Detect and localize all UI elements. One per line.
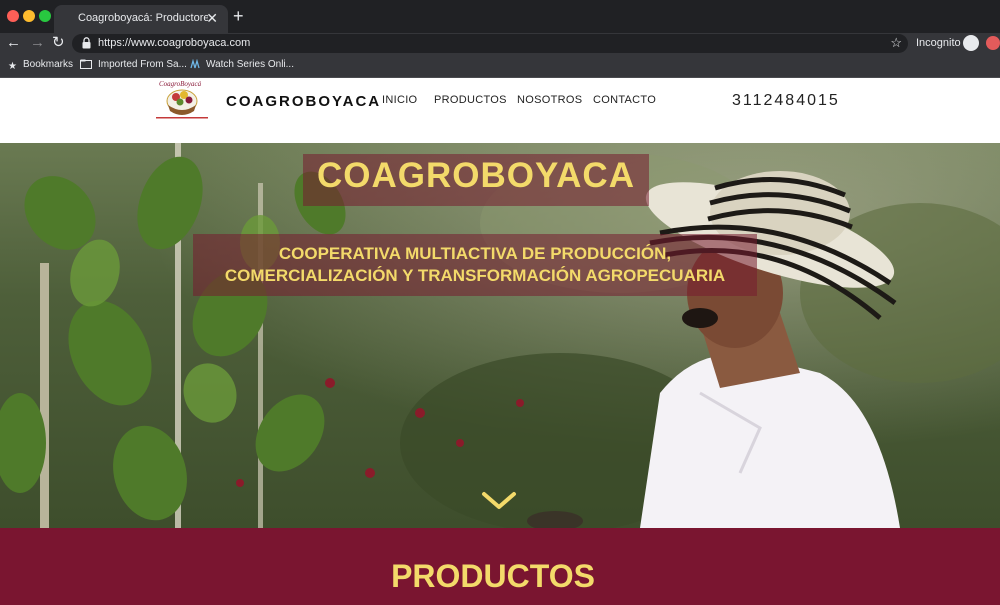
tab-title: Coagroboyacá: Productores de xyxy=(78,12,208,24)
extension-icon[interactable] xyxy=(986,36,1000,50)
browser-tab[interactable]: Coagroboyacá: Productores de ✕ xyxy=(54,5,228,33)
incognito-icon[interactable] xyxy=(963,35,979,51)
browser-titlebar: Coagroboyacá: Productores de ✕ + xyxy=(0,0,1000,33)
folder-icon xyxy=(80,59,92,69)
products-heading: PRODUCTOS xyxy=(391,558,595,594)
nav-link-inicio[interactable]: INICIO xyxy=(382,94,417,106)
close-icon[interactable]: ✕ xyxy=(206,9,218,27)
incognito-label: Incognito xyxy=(916,37,961,49)
bookmark-star-icon[interactable]: ☆ xyxy=(890,35,902,51)
star-icon: ★ xyxy=(8,61,17,72)
minimize-window-button[interactable] xyxy=(23,10,35,22)
bookmark-item[interactable]: Watch Series Onli... xyxy=(190,59,294,70)
hero-subtitle-line: COMERCIALIZACIÓN Y TRANSFORMACIÓN AGROPE… xyxy=(224,266,726,285)
back-arrow-icon[interactable]: ← xyxy=(6,34,21,52)
browser-toolbar: ← → ↻ https://www.coagroboyaca.com ☆ Inc… xyxy=(0,33,1000,54)
hero-subtitle: COOPERATIVA MULTIACTIVA DE PRODUCCIÓN, C… xyxy=(173,243,777,287)
bookmark-label: Imported From Sa... xyxy=(98,59,187,70)
bookmark-item[interactable]: ★ Bookmarks xyxy=(8,59,73,72)
nav-link-productos[interactable]: PRODUCTOS xyxy=(434,94,507,106)
svg-text:CoagroBoyacá: CoagroBoyacá xyxy=(159,80,202,88)
maximize-window-button[interactable] xyxy=(39,10,51,22)
bookmark-label: Bookmarks xyxy=(22,59,73,70)
nav-link-nosotros[interactable]: NOSOTROS xyxy=(517,94,582,106)
hero-subtitle-line: COOPERATIVA MULTIACTIVA DE PRODUCCIÓN, xyxy=(278,244,672,263)
phone-number[interactable]: 3112484015 xyxy=(732,92,840,110)
brand-name[interactable]: COAGROBOYACA xyxy=(226,93,381,110)
url-text: https://www.coagroboyaca.com xyxy=(98,37,251,49)
bookmark-label: Watch Series Onli... xyxy=(206,59,294,70)
close-window-button[interactable] xyxy=(7,10,19,22)
hero-title: COAGROBOYACA xyxy=(317,156,635,195)
coagroboyaca-logo[interactable]: CoagroBoyacá xyxy=(154,79,210,121)
hero-section: COAGROBOYACA COOPERATIVA MULTIACTIVA DE … xyxy=(0,143,1000,528)
reload-icon[interactable]: ↻ xyxy=(52,34,65,52)
site-icon xyxy=(190,59,200,69)
bookmarks-bar: ★ Bookmarks Imported From Sa... Watch Ser… xyxy=(0,54,1000,78)
products-section: PRODUCTOS xyxy=(0,528,1000,605)
bookmark-item[interactable]: Imported From Sa... xyxy=(80,59,187,70)
lock-icon xyxy=(82,37,91,49)
site-header: CoagroBoyacá COAGROBOYACA INICIO PRODUCT… xyxy=(0,79,1000,143)
nav-link-contacto[interactable]: CONTACTO xyxy=(593,94,656,106)
chevron-down-icon[interactable] xyxy=(481,491,517,511)
new-tab-button[interactable]: + xyxy=(233,7,244,25)
forward-arrow-icon[interactable]: → xyxy=(30,34,45,52)
address-bar[interactable]: https://www.coagroboyaca.com ☆ xyxy=(72,34,908,53)
